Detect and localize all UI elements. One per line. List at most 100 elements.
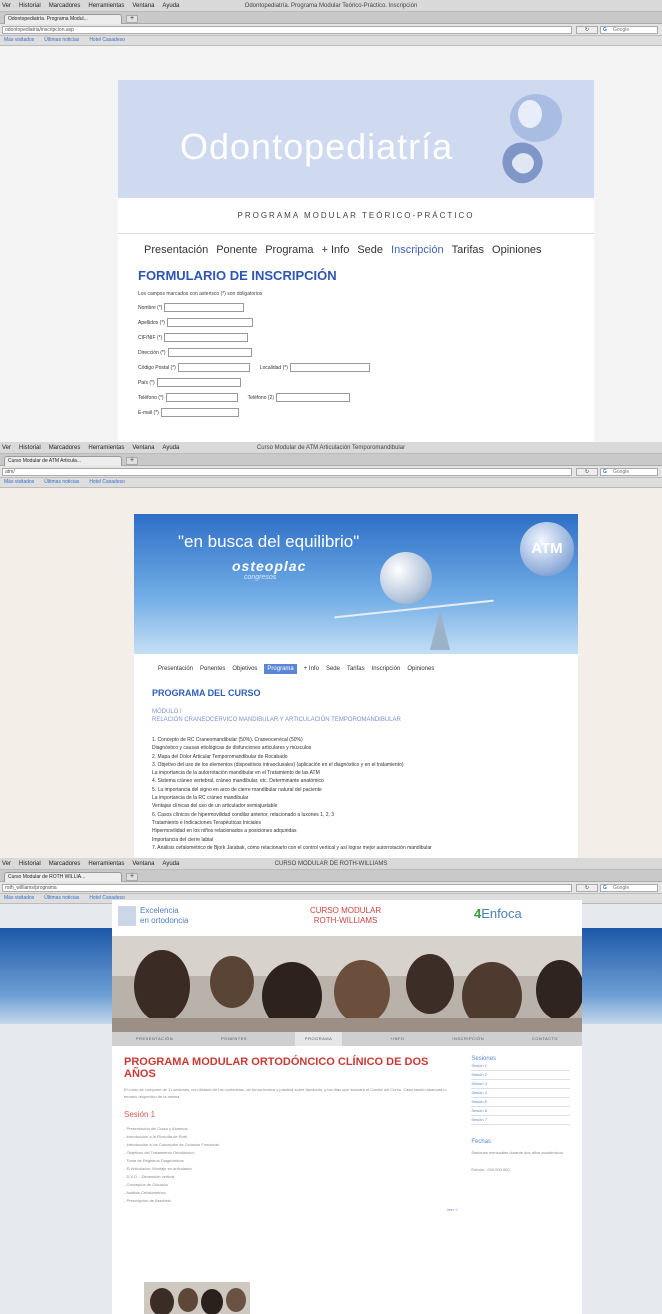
nav-info[interactable]: + Info [304, 666, 319, 672]
nav-tarifas[interactable]: Tarifas [452, 244, 484, 256]
sidebar-item[interactable]: Sesión 5 [471, 1098, 570, 1107]
nav-programa[interactable]: Programa [264, 664, 297, 674]
header-banner: "en busca del equilibrio" osteoplac cong… [134, 514, 578, 654]
list-item: 4. Sistema cráneo vertebral, cráneo mand… [152, 778, 324, 785]
nav-info[interactable]: + Info [322, 244, 350, 256]
nav-tarifas[interactable]: Tarifas [347, 666, 365, 672]
cif-input[interactable] [164, 333, 249, 342]
list-item: Ventajas clínicas del uso de un articula… [152, 803, 278, 810]
telefono-input[interactable] [165, 393, 238, 402]
search-box[interactable]: Google [600, 26, 658, 34]
list-item: - Introducción a la Filosofía de Roth [124, 1134, 188, 1139]
bookmark-item[interactable]: Hotel Casadeso [89, 479, 125, 485]
bookmark-item[interactable]: Últimas noticias [44, 895, 79, 901]
site-header: Excelencia en ortodoncia CURSO MODULAR ROT… [112, 900, 582, 936]
cp-input[interactable] [177, 363, 250, 372]
list-item: 3. Objetivo del uso de los elementos (di… [152, 761, 404, 768]
nav-sede[interactable]: Sede [357, 244, 383, 256]
nav-presentacion[interactable]: Presentación [158, 666, 193, 672]
list-item: Hipermovilidad en los niños relacionados… [152, 828, 297, 835]
email-input[interactable] [160, 408, 239, 417]
nav-programa[interactable]: Programa [265, 244, 313, 256]
list-item: Importancia del cierre labial [152, 836, 214, 843]
apellidos-input[interactable] [166, 318, 253, 327]
nav-objetivos[interactable]: Objetivos [232, 666, 257, 672]
navigation-bar: roth_williams/programa ↻ Google [0, 882, 662, 894]
nav-inscripcion[interactable]: Inscripción [391, 244, 444, 256]
registration-form: FORMULARIO DE INSCRIPCIÓN Los campos mar… [118, 268, 594, 417]
list-item: 7. Análisis cefalométrico de Bjork Jarab… [152, 844, 432, 851]
page-content: Odontopediatría PROGRAMA MODULAR TEÓRICO… [118, 80, 594, 442]
search-box[interactable]: Google [600, 884, 658, 892]
list-item: La importancia de la RC cráneo mandibula… [152, 795, 249, 802]
list-item: 2. Mapa del Dolor Articular Temporomandi… [152, 753, 288, 760]
field-label: Código Postal (*) [138, 364, 176, 371]
address-bar[interactable]: roth_williams/programa [2, 884, 572, 892]
read-more-link[interactable]: leer + [124, 1207, 457, 1212]
program-subtitle: PROGRAMA MODULAR TEÓRICO-PRÁCTICO [118, 198, 594, 234]
bookmark-item[interactable]: Más visitados [4, 479, 34, 485]
dates-text: Sesiones mensuales durante dos años acad… [471, 1150, 564, 1155]
menu-bar: Ver Historial Marcadores Herramientas Ventan… [0, 858, 662, 870]
nav-presentacion[interactable]: Presentación [144, 244, 208, 256]
nav-opiniones[interactable]: Opiniones [492, 244, 542, 256]
nav-opiniones[interactable]: Opiniones [407, 666, 434, 672]
browser-tab[interactable]: Odontopediatría. Programa Modul... [4, 14, 122, 24]
sidebar-item[interactable]: Sesión 7 [471, 1116, 570, 1125]
pais-input[interactable] [156, 378, 241, 387]
group-photo-icon [112, 936, 582, 1032]
bookmark-item[interactable]: Últimas noticias [44, 37, 79, 43]
bookmark-item[interactable]: Últimas noticias [44, 479, 79, 485]
direccion-input[interactable] [167, 348, 252, 357]
list-item: La importancia de la autorrotación mandi… [152, 770, 320, 777]
nav-presentacion[interactable]: PRESENTACIÓN [136, 1032, 173, 1046]
list-item: - Introducción a los Conceptos de Oclusi… [124, 1142, 219, 1147]
bookmark-item[interactable]: Más visitados [4, 895, 34, 901]
nav-inscripcion[interactable]: INSCRIPCIÓN [452, 1032, 484, 1046]
sidebar-item[interactable]: Sesión 6 [471, 1107, 570, 1116]
brand-logo-text: osteoplac [232, 558, 307, 574]
menu-bar: Ver Historial Marcadores Herramientas Ventan… [0, 0, 662, 12]
nav-ponente[interactable]: Ponente [216, 244, 257, 256]
address-bar[interactable]: odontopediatria/inscripcion.asp [2, 26, 572, 34]
sidebar-item[interactable]: Sesión 1 [471, 1062, 570, 1071]
field-label: Nombre (*) [138, 304, 163, 311]
sidebar-item[interactable]: Sesión 3 [471, 1080, 570, 1089]
module-title: RELACIÓN CRANEOCERVICO MANDIBULAR Y ARTI… [152, 717, 401, 723]
browser-tab[interactable]: Curso Modular de ROTH WILLIA... [4, 872, 122, 882]
nav-sede[interactable]: Sede [326, 666, 340, 672]
navigation-bar: odontopediatria/inscripcion.asp ↻ Google [0, 24, 662, 36]
browser-tab[interactable]: Curso Modular de ATM Articula... [4, 456, 122, 466]
browser-window-odontopediatria: Ver Historial Marcadores Herramientas Ventan… [0, 0, 662, 442]
new-tab-button[interactable]: + [126, 873, 138, 881]
session-title: Sesión 1 [124, 1110, 156, 1119]
bookmark-item[interactable]: Hotel Casadeso [89, 37, 125, 43]
new-tab-button[interactable]: + [126, 15, 138, 23]
nav-ponentes[interactable]: PONENTES [221, 1032, 247, 1046]
nav-contacto[interactable]: CONTACTO [532, 1032, 558, 1046]
browser-window-atm: Ver Historial Marcadores Herramientas Ventan… [0, 442, 662, 858]
search-box[interactable]: Google [600, 468, 658, 476]
nav-ponentes[interactable]: Ponentes [200, 666, 225, 672]
nav-programa[interactable]: PROGRAMA [294, 1032, 343, 1046]
navigation-bar: atm/ ↻ Google [0, 466, 662, 478]
address-bar[interactable]: atm/ [2, 468, 572, 476]
sidebar-item[interactable]: Sesión 4 [471, 1089, 570, 1098]
bookmark-item[interactable]: Más visitados [4, 37, 34, 43]
sidebar-item[interactable]: Sesión 2 [471, 1071, 570, 1080]
reload-button[interactable]: ↻ [576, 468, 598, 476]
brand-center-line2: ROTH-WILLIAMS [313, 916, 378, 925]
field-label: CIF/NIF (*) [138, 334, 163, 341]
phone-text: Enfoca - 000 000 000 [471, 1167, 510, 1172]
nombre-input[interactable] [164, 303, 245, 312]
reload-button[interactable]: ↻ [576, 26, 598, 34]
nav-info[interactable]: +INFO [390, 1032, 404, 1046]
main-nav: PRESENTACIÓN PONENTES PROGRAMA +INFO INS… [112, 1032, 582, 1046]
telefono2-input[interactable] [275, 393, 350, 402]
reload-button[interactable]: ↻ [576, 884, 598, 892]
site-logo-text: Odontopediatría [180, 126, 454, 167]
new-tab-button[interactable]: + [126, 457, 138, 465]
localidad-input[interactable] [289, 363, 370, 372]
nav-inscripcion[interactable]: Inscripción [372, 666, 401, 672]
session-list: - Presentación del Curso y Alumnos - Int… [124, 1125, 457, 1205]
